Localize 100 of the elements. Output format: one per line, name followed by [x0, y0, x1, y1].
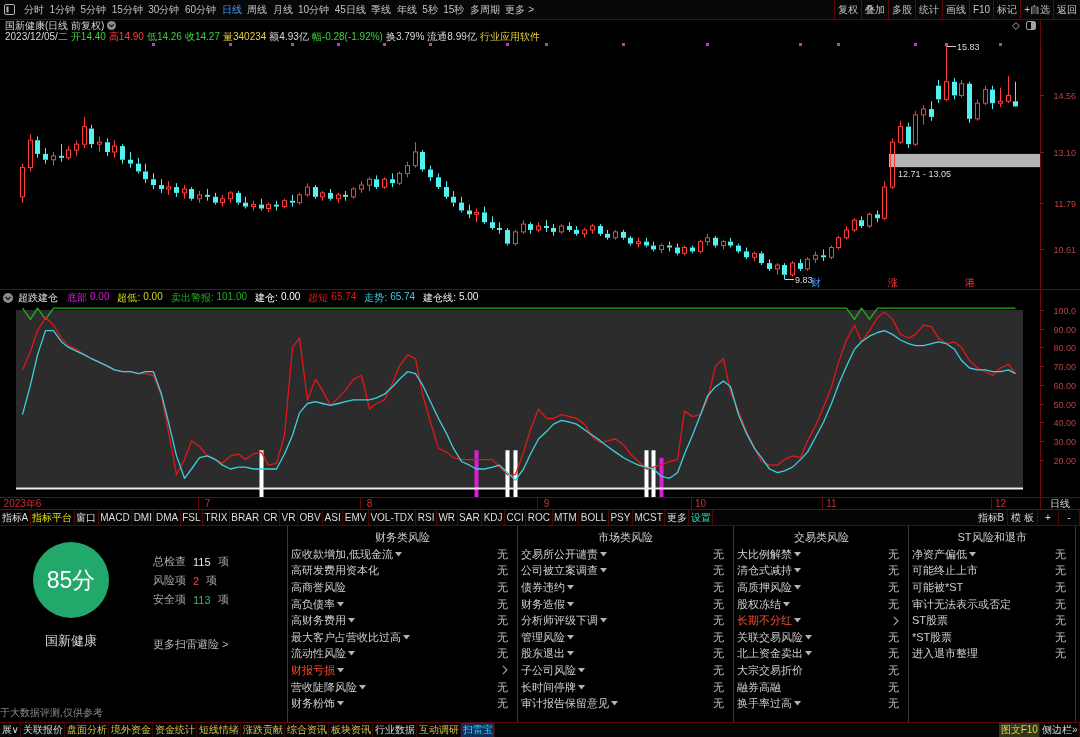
period-tab[interactable]: 年线	[396, 0, 417, 19]
bottom-tab[interactable]: 扫雷宝	[461, 723, 496, 737]
risk-item[interactable]: 财务造假	[521, 596, 565, 612]
risk-item[interactable]: 最大客户占营收比过高	[291, 629, 401, 645]
candle-wick	[576, 225, 577, 237]
risk-item[interactable]: 可能终止上市	[912, 563, 978, 579]
bottom-tab[interactable]: 资金统计	[153, 723, 198, 737]
risk-item[interactable]: 股东退出	[521, 646, 565, 662]
bottom-tab[interactable]: 展∨	[0, 723, 22, 737]
bottom-tab[interactable]: 盘面分析	[65, 723, 110, 737]
risk-result: 无	[1055, 613, 1066, 629]
candle-wick	[730, 237, 731, 248]
candle-wick	[638, 237, 639, 248]
bottom-tab[interactable]: 综合资讯	[285, 723, 330, 737]
bottom-tab[interactable]: 行业数据	[373, 723, 418, 737]
toolbar-button[interactable]: +自选	[1020, 0, 1053, 19]
toolbar-button[interactable]: 叠加	[860, 0, 888, 19]
risk-item[interactable]: 大比例解禁	[737, 546, 792, 562]
candle-wick	[22, 163, 23, 204]
period-tab[interactable]: 15分钟	[111, 0, 143, 19]
risk-item[interactable]: 公司被立案调查	[521, 563, 598, 579]
candle-wick	[261, 198, 262, 211]
risk-item[interactable]: 北上资金卖出	[737, 646, 803, 662]
date-label: 11	[826, 498, 837, 509]
risk-item[interactable]: 长期不分红	[737, 613, 792, 629]
risk-item[interactable]: 净资产偏低	[912, 546, 967, 562]
toolbar-button[interactable]: 画线	[941, 0, 969, 19]
period-tab[interactable]: 季线	[371, 0, 392, 19]
bottom-tab[interactable]: 关联报价	[21, 723, 66, 737]
period-tab[interactable]: 30分钟	[148, 0, 180, 19]
candle-wick	[546, 219, 547, 233]
risk-item[interactable]: 高财务费用	[291, 613, 346, 629]
bottom-tab[interactable]: 板块资讯	[329, 723, 374, 737]
risk-item[interactable]: 换手率过高	[737, 696, 792, 712]
risk-result: 无	[713, 546, 724, 562]
candle-wick	[222, 194, 223, 208]
risk-item[interactable]: 流动性风险	[291, 646, 346, 662]
risk-item[interactable]: 债券违约	[521, 580, 565, 595]
panel-button[interactable]: 侧边栏»	[1040, 723, 1080, 737]
risk-item[interactable]: 高负债率	[291, 596, 335, 612]
risk-item[interactable]: 子公司风险	[521, 662, 576, 678]
candle-wick	[931, 100, 932, 122]
toolbar-button[interactable]: F10	[968, 0, 994, 19]
risk-item[interactable]: 交易所公开谴责	[521, 546, 598, 562]
risk-item[interactable]: *ST股票	[912, 629, 953, 645]
risk-item[interactable]: ST股票	[912, 613, 949, 629]
bottom-tab[interactable]: 短线情绪	[197, 723, 242, 737]
risk-item[interactable]: 审计报告保留意见	[521, 696, 609, 712]
period-tab[interactable]: 10分钟	[298, 0, 330, 19]
risk-item[interactable]: 进入退市整理	[912, 646, 978, 662]
period-tab[interactable]: 60分钟	[184, 0, 216, 19]
risk-item[interactable]: 清仓式减持	[737, 563, 792, 579]
risk-result: 无	[1055, 646, 1066, 662]
risk-item[interactable]: 高研发费用资本化	[291, 563, 379, 579]
period-tab[interactable]: 多周期	[469, 0, 500, 19]
bottom-tab[interactable]: 境外资金	[109, 723, 154, 737]
risk-item[interactable]: 财报亏损	[291, 662, 335, 678]
period-tab[interactable]: 周线	[247, 0, 267, 19]
panel-button[interactable]: 图文F10	[999, 723, 1041, 737]
axis-label: 30.00	[1053, 436, 1076, 447]
risk-item[interactable]: 股权冻结	[737, 596, 781, 612]
risk-item[interactable]: 高质押风险	[737, 580, 792, 595]
risk-item[interactable]: 可能被*ST	[912, 580, 964, 595]
period-tab[interactable]: 日线	[221, 0, 242, 19]
risk-item[interactable]: 关联交易风险	[737, 629, 803, 645]
quote-field: 开14.40	[70, 31, 106, 42]
risk-item[interactable]: 管理风险	[521, 629, 565, 645]
risk-item[interactable]: 审计无法表示或否定	[912, 596, 1011, 612]
risk-item[interactable]: 分析师评级下调	[521, 613, 598, 629]
risk-result: 无	[1055, 546, 1066, 562]
toolbar-button[interactable]: 标记	[993, 0, 1021, 19]
period-tab[interactable]: 更多 >	[505, 0, 535, 19]
period-tab[interactable]: 5秒	[422, 0, 438, 19]
chevron-right-icon	[893, 615, 899, 626]
risk-item[interactable]: 融券高融	[737, 679, 781, 695]
risk-item[interactable]: 应收款增加,低现金流	[291, 546, 394, 562]
candle-wick	[230, 190, 231, 204]
candle-wick	[45, 147, 46, 165]
toolbar-button[interactable]: 复权	[833, 0, 861, 19]
risk-item[interactable]: 长时间停牌	[521, 679, 576, 695]
period-tab[interactable]: 15秒	[443, 0, 465, 19]
bottom-tab[interactable]: 涨跌贡献	[241, 723, 286, 737]
more-link[interactable]: 更多扫雷避险 >	[153, 635, 229, 653]
period-tab[interactable]: 45日线	[334, 0, 366, 19]
risk-item[interactable]: 财务粉饰	[291, 696, 335, 712]
toolbar-button[interactable]: 统计	[914, 0, 942, 19]
toolbar-button[interactable]: 返回	[1053, 0, 1080, 19]
period-tab[interactable]: 分时	[24, 0, 44, 19]
risk-item[interactable]: 营收陡降风险	[291, 679, 357, 695]
period-tab[interactable]: 1分钟	[49, 0, 76, 19]
candle-body	[28, 139, 33, 169]
legend-label: 走势:	[364, 290, 388, 305]
period-tab[interactable]: 5分钟	[80, 0, 107, 19]
period-tab[interactable]: 月线	[272, 0, 293, 19]
candle-wick	[469, 204, 470, 219]
risk-item[interactable]: 高商誉风险	[291, 580, 346, 595]
candle-wick	[361, 180, 362, 194]
risk-item[interactable]: 大宗交易折价	[737, 662, 803, 678]
toolbar-button[interactable]: 多股	[887, 0, 915, 19]
candle-wick	[908, 122, 909, 149]
